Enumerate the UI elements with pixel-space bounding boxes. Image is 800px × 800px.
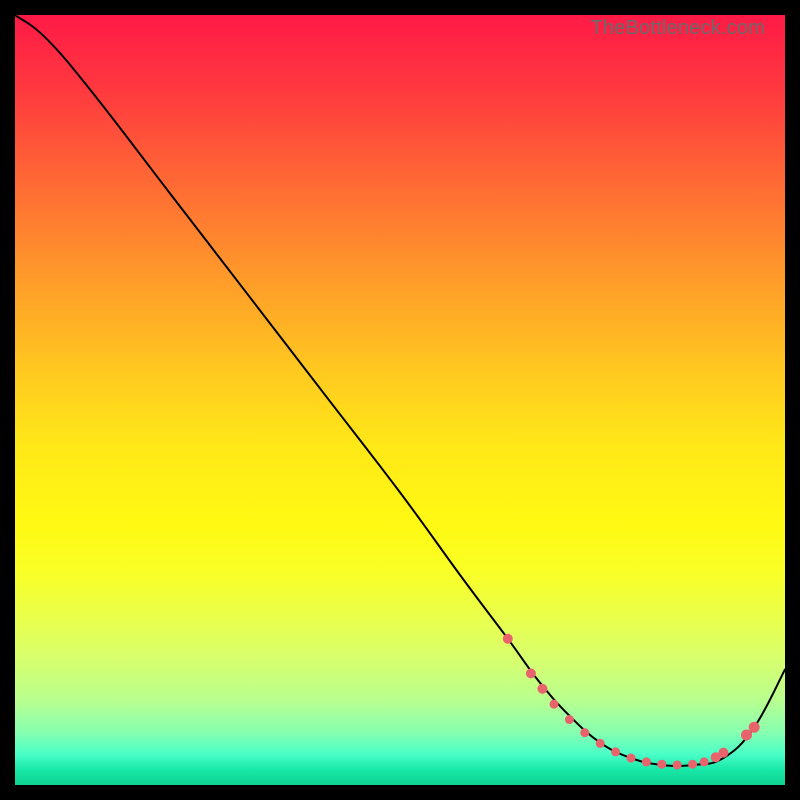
curve-marker [749,722,760,733]
curve-marker [596,739,605,748]
curve-marker [718,748,728,758]
curve-marker [673,760,682,769]
chart-frame: TheBottleneck.com [0,0,800,800]
curve-marker [611,747,620,756]
curve-marker [503,634,513,644]
chart-svg [15,15,785,785]
curve-marker [565,715,574,724]
curve-marker [550,700,559,709]
bottleneck-curve [15,15,785,766]
curve-marker [688,760,697,769]
curve-marker [537,684,547,694]
curve-marker [627,754,636,763]
curve-markers [503,634,760,770]
curve-marker [657,760,666,769]
curve-marker [700,757,709,766]
curve-marker [642,757,651,766]
chart-plot-area: TheBottleneck.com [15,15,785,785]
curve-marker [580,728,589,737]
curve-marker [526,668,536,678]
